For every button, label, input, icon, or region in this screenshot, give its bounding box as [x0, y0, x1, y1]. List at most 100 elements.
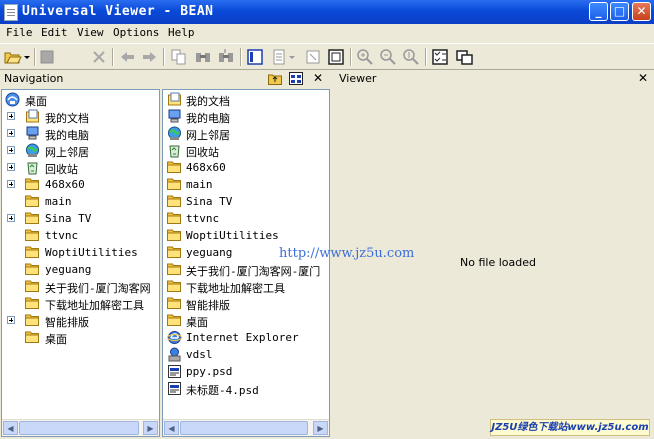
- tree-item[interactable]: main: [2, 193, 159, 210]
- ie-icon: [167, 330, 182, 345]
- connection-icon: [167, 347, 182, 362]
- list-item[interactable]: main: [163, 176, 329, 193]
- tree-item[interactable]: Sina TV: [2, 210, 159, 227]
- list-item[interactable]: Sina TV: [163, 193, 329, 210]
- list-item[interactable]: 关于我们-厦门淘客网-厦门: [163, 261, 329, 278]
- view-mode-icon[interactable]: [246, 48, 264, 66]
- expand-icon[interactable]: [7, 180, 15, 188]
- menu-view[interactable]: View: [77, 26, 104, 39]
- expand-icon[interactable]: [7, 146, 15, 154]
- list-item[interactable]: ppy.psd: [163, 363, 329, 380]
- menu-options[interactable]: Options: [113, 26, 159, 39]
- fullscreen-icon[interactable]: [327, 48, 345, 66]
- tree-item[interactable]: 桌面: [2, 91, 159, 108]
- tree-item[interactable]: 我的电脑: [2, 125, 159, 142]
- scroll-left-icon[interactable]: ◀: [164, 421, 179, 435]
- expand-icon[interactable]: [7, 214, 15, 222]
- computer-icon: [167, 109, 182, 124]
- minimize-button[interactable]: _: [589, 2, 608, 21]
- list-item[interactable]: 网上邻居: [163, 125, 329, 142]
- list-item-label: 我的文档: [186, 95, 230, 108]
- text-icon[interactable]: [270, 48, 288, 66]
- navigation-label: Navigation: [4, 72, 64, 85]
- delete-icon[interactable]: [90, 48, 108, 66]
- folder-icon: [25, 211, 40, 226]
- list-item-label: WoptiUtilities: [186, 229, 279, 242]
- expand-icon[interactable]: [7, 163, 15, 171]
- tree-item[interactable]: ttvnc: [2, 227, 159, 244]
- view-options-icon[interactable]: [289, 72, 303, 85]
- tree-item-label: 智能排版: [45, 316, 89, 329]
- tree-horizontal-scrollbar[interactable]: ◀ ▶: [2, 419, 159, 436]
- list-item[interactable]: 回收站: [163, 142, 329, 159]
- list-item[interactable]: WoptiUtilities: [163, 227, 329, 244]
- zoom-reset-icon[interactable]: [402, 48, 420, 66]
- tree-item[interactable]: 468x60: [2, 176, 159, 193]
- list-item[interactable]: 未标题-4.psd: [163, 380, 329, 397]
- zoom-out-icon[interactable]: [379, 48, 397, 66]
- expand-icon[interactable]: [7, 316, 15, 324]
- scroll-right-icon[interactable]: ▶: [143, 421, 158, 435]
- tree-item[interactable]: 智能排版: [2, 312, 159, 329]
- zoom-in-icon[interactable]: [356, 48, 374, 66]
- checkbox-icon[interactable]: [431, 48, 449, 66]
- close-navigation-icon[interactable]: ✕: [313, 71, 323, 85]
- tree-item[interactable]: 回收站: [2, 159, 159, 176]
- list-item[interactable]: 468x60: [163, 159, 329, 176]
- forward-icon[interactable]: [141, 48, 159, 66]
- find-icon[interactable]: [194, 48, 212, 66]
- menu-file[interactable]: File: [6, 26, 33, 39]
- back-icon[interactable]: [118, 48, 136, 66]
- tree-item[interactable]: 下载地址加解密工具: [2, 295, 159, 312]
- tree-item-label: ttvnc: [45, 229, 79, 242]
- list-horizontal-scrollbar[interactable]: ◀ ▶: [163, 419, 329, 436]
- tree-item[interactable]: 桌面: [2, 329, 159, 346]
- title-bar[interactable]: Universal Viewer - BEAN _ □ ✕: [0, 0, 654, 24]
- expand-icon[interactable]: [7, 129, 15, 137]
- scroll-right-icon[interactable]: ▶: [313, 421, 328, 435]
- list-item[interactable]: 智能排版: [163, 295, 329, 312]
- open-icon[interactable]: [4, 48, 22, 66]
- tree-item[interactable]: yeguang: [2, 261, 159, 278]
- expand-icon[interactable]: [7, 112, 15, 120]
- viewer-header: Viewer ✕: [333, 70, 654, 88]
- list-item[interactable]: 下载地址加解密工具: [163, 278, 329, 295]
- copy-icon[interactable]: [170, 48, 188, 66]
- scroll-thumb[interactable]: [180, 421, 308, 435]
- toolbar-separator: [425, 48, 427, 66]
- tree-item[interactable]: WoptiUtilities: [2, 244, 159, 261]
- list-item[interactable]: Internet Explorer: [163, 329, 329, 346]
- list-item[interactable]: 我的文档: [163, 91, 329, 108]
- up-folder-icon[interactable]: [268, 72, 282, 85]
- dropdown-icon[interactable]: [23, 48, 31, 66]
- tree-item[interactable]: 我的文档: [2, 108, 159, 125]
- close-viewer-icon[interactable]: ✕: [638, 71, 648, 85]
- find-next-icon[interactable]: [217, 48, 235, 66]
- fit-icon[interactable]: [304, 48, 322, 66]
- menu-help[interactable]: Help: [168, 26, 195, 39]
- list-item[interactable]: vdsl: [163, 346, 329, 363]
- list-item[interactable]: 我的电脑: [163, 108, 329, 125]
- scroll-left-icon[interactable]: ◀: [3, 421, 18, 435]
- folder-icon: [25, 194, 40, 209]
- tree-item-label: Sina TV: [45, 212, 92, 225]
- stop-icon[interactable]: [38, 48, 56, 66]
- text-dropdown-icon[interactable]: [288, 48, 296, 66]
- tree-item-label: yeguang: [45, 263, 92, 276]
- windows-icon[interactable]: [455, 48, 473, 66]
- close-button[interactable]: ✕: [632, 2, 651, 21]
- folder-icon: [167, 313, 182, 328]
- list-item[interactable]: ttvnc: [163, 210, 329, 227]
- tree-item[interactable]: 关于我们-厦门淘客网: [2, 278, 159, 295]
- scroll-thumb[interactable]: [19, 421, 139, 435]
- viewer-label: Viewer: [339, 72, 377, 85]
- menu-edit[interactable]: Edit: [41, 26, 68, 39]
- maximize-button[interactable]: □: [610, 2, 629, 21]
- file-list[interactable]: 我的文档 我的电脑 网上邻居 回收站 468x60 main Sina TV ttvnc Wop…: [162, 89, 330, 437]
- folder-tree[interactable]: 桌面 我的文档 我的电脑 网上邻居 回收站 468x60 main Sina TV ttvnc W…: [1, 89, 160, 437]
- list-item-label: ppy.psd: [186, 365, 233, 378]
- close-icon: ✕: [636, 4, 647, 18]
- tree-item[interactable]: 网上邻居: [2, 142, 159, 159]
- list-item[interactable]: 桌面: [163, 312, 329, 329]
- list-item-label: main: [186, 178, 213, 191]
